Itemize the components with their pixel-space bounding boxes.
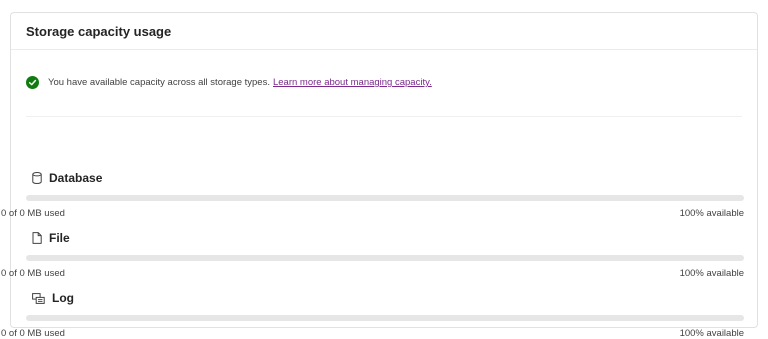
section-label: Database <box>49 171 103 185</box>
usage-bar-log <box>26 315 744 321</box>
log-icon <box>32 292 45 304</box>
check-circle-icon <box>26 76 39 89</box>
learn-more-link[interactable]: Learn more about managing capacity. <box>273 77 432 88</box>
card-title: Storage capacity usage <box>11 13 757 50</box>
storage-capacity-card: Storage capacity usage You have availabl… <box>1 12 758 339</box>
available-text-database: 100% available <box>679 208 744 219</box>
section-title-database: Database <box>32 171 102 185</box>
used-text-log: 0 of 0 MB used <box>1 328 65 339</box>
available-text-log: 100% available <box>679 328 744 339</box>
capacity-notice: You have available capacity across all s… <box>26 76 432 89</box>
database-icon <box>32 172 42 184</box>
used-text-database: 0 of 0 MB used <box>1 208 65 219</box>
divider <box>26 116 742 117</box>
section-title-log: Log <box>32 291 74 305</box>
section-label: File <box>49 231 70 245</box>
usage-bar-database <box>26 195 744 201</box>
file-icon <box>32 232 42 244</box>
used-text-file: 0 of 0 MB used <box>1 268 65 279</box>
section-label: Log <box>52 291 74 305</box>
section-title-file: File <box>32 231 70 245</box>
usage-bar-file <box>26 255 744 261</box>
available-text-file: 100% available <box>679 268 744 279</box>
notice-text: You have available capacity across all s… <box>48 77 270 88</box>
